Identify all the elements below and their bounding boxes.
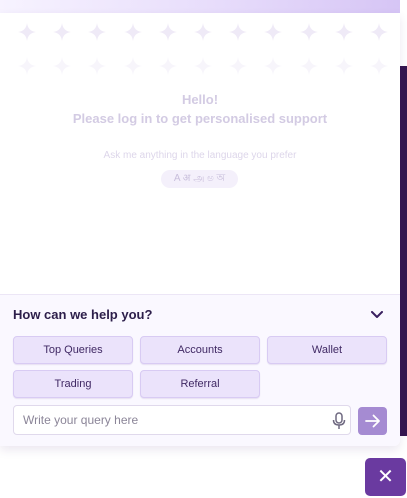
sparkle-icon — [53, 23, 72, 41]
category-top-queries-button[interactable]: Top Queries — [13, 336, 133, 364]
background-page-edge — [400, 66, 407, 436]
category-referral-button[interactable]: Referral — [140, 370, 260, 398]
language-scripts-chip: A अ அ ಅ অ — [161, 170, 238, 188]
sparkle-icon — [264, 23, 283, 41]
sparkle-icon — [193, 23, 212, 41]
arrow-right-icon — [364, 414, 380, 428]
sparkle-icon — [229, 57, 248, 75]
header-gradient-band — [0, 0, 400, 13]
login-prompt: Please log in to get personalised suppor… — [72, 111, 328, 126]
sparkle-icon — [193, 57, 212, 75]
sparkle-icon — [88, 57, 107, 75]
sparkle-icon — [53, 57, 72, 75]
sparkle-icon — [299, 23, 318, 41]
help-title: How can we help you? — [13, 307, 153, 322]
sparkle-icon — [158, 23, 177, 41]
category-accounts-button[interactable]: Accounts — [140, 336, 260, 364]
sparkle-icon — [158, 57, 177, 75]
sparkle-icon — [369, 57, 388, 75]
sparkle-icon — [299, 57, 318, 75]
sparkle-icon — [264, 57, 283, 75]
microphone-icon[interactable] — [332, 412, 346, 430]
close-chat-button[interactable]: ✕ — [365, 458, 406, 496]
sparkle-icon — [369, 23, 388, 41]
category-wallet-button[interactable]: Wallet — [267, 336, 387, 364]
chevron-down-icon[interactable] — [367, 307, 387, 323]
decor-sparkle-row — [18, 23, 388, 45]
sparkle-icon — [18, 23, 36, 41]
help-sheet: How can we help you? Top Queries Account… — [0, 294, 400, 446]
close-icon: ✕ — [377, 466, 394, 488]
query-input[interactable] — [23, 406, 323, 434]
sparkle-icon — [229, 23, 248, 41]
sparkle-icon — [334, 57, 353, 75]
category-trading-button[interactable]: Trading — [13, 370, 133, 398]
sparkle-icon — [334, 23, 353, 41]
language-prompt: Ask me anything in the language you pref… — [103, 150, 297, 161]
decor-sparkle-row-faint — [18, 57, 388, 79]
sparkle-icon — [18, 57, 36, 75]
greeting-title: Hello! — [181, 92, 219, 107]
sparkle-icon — [123, 57, 142, 75]
chat-widget-panel: Hello! Please log in to get personalised… — [0, 13, 400, 446]
sparkle-icon — [88, 23, 107, 41]
send-button[interactable] — [358, 407, 387, 435]
query-box — [13, 405, 351, 435]
sparkle-icon — [123, 23, 142, 41]
